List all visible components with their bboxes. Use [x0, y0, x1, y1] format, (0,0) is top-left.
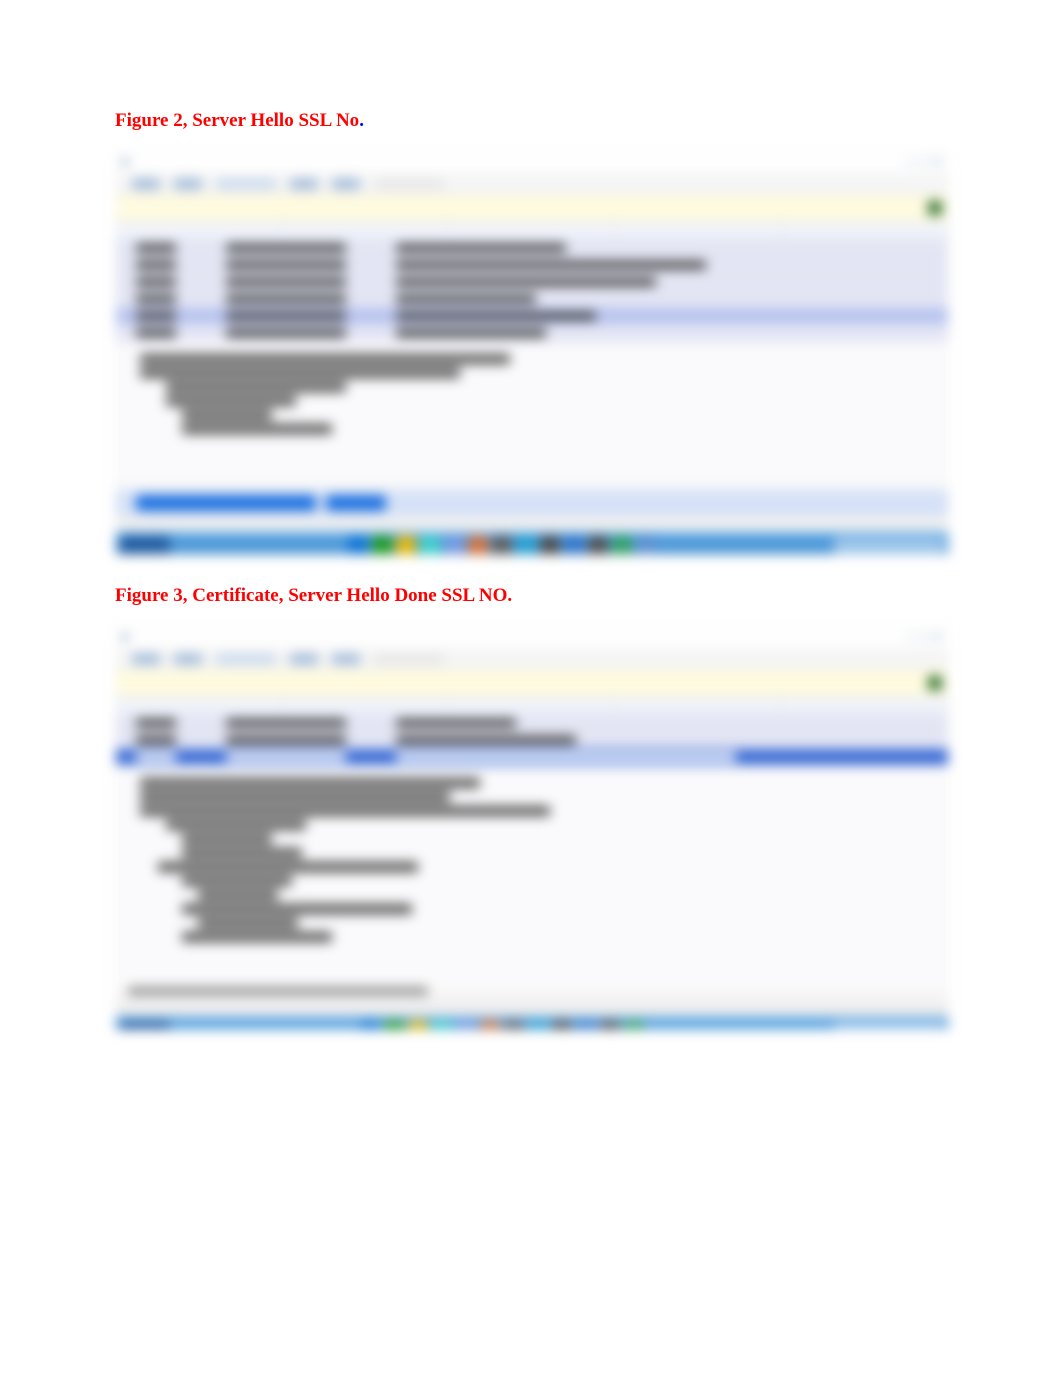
packet-list [116, 715, 948, 766]
display-filter-bar [116, 195, 948, 221]
app-toolbar [116, 648, 948, 670]
figure-3-caption-text: Figure 3, Certificate, Server Hello Done… [115, 585, 512, 606]
figure-2-period: . [359, 110, 364, 131]
packet-list-header [116, 221, 948, 240]
window-titlebar: ■ — □ ✕ [116, 626, 948, 648]
figure-3-caption: Figure 3, Certificate, Server Hello Done… [115, 585, 947, 607]
figure-2-screenshot: ■ — □ ✕ [115, 150, 949, 555]
figure-2-caption-text: Figure 2, Server Hello SSL No [115, 110, 359, 131]
packet-list-header [116, 696, 948, 715]
packet-list [116, 240, 948, 342]
os-taskbar [116, 532, 948, 555]
window-titlebar: ■ — □ ✕ [116, 151, 948, 173]
figure-3-screenshot: ■ — □ ✕ [115, 625, 949, 1030]
app-toolbar [116, 173, 948, 195]
figure-2-caption: Figure 2, Server Hello SSL No. [115, 110, 947, 132]
display-filter-bar [116, 670, 948, 696]
packet-bytes-pane [116, 490, 948, 516]
packet-details-pane [116, 766, 948, 984]
os-taskbar [116, 1017, 948, 1030]
packet-details-pane [116, 342, 948, 480]
